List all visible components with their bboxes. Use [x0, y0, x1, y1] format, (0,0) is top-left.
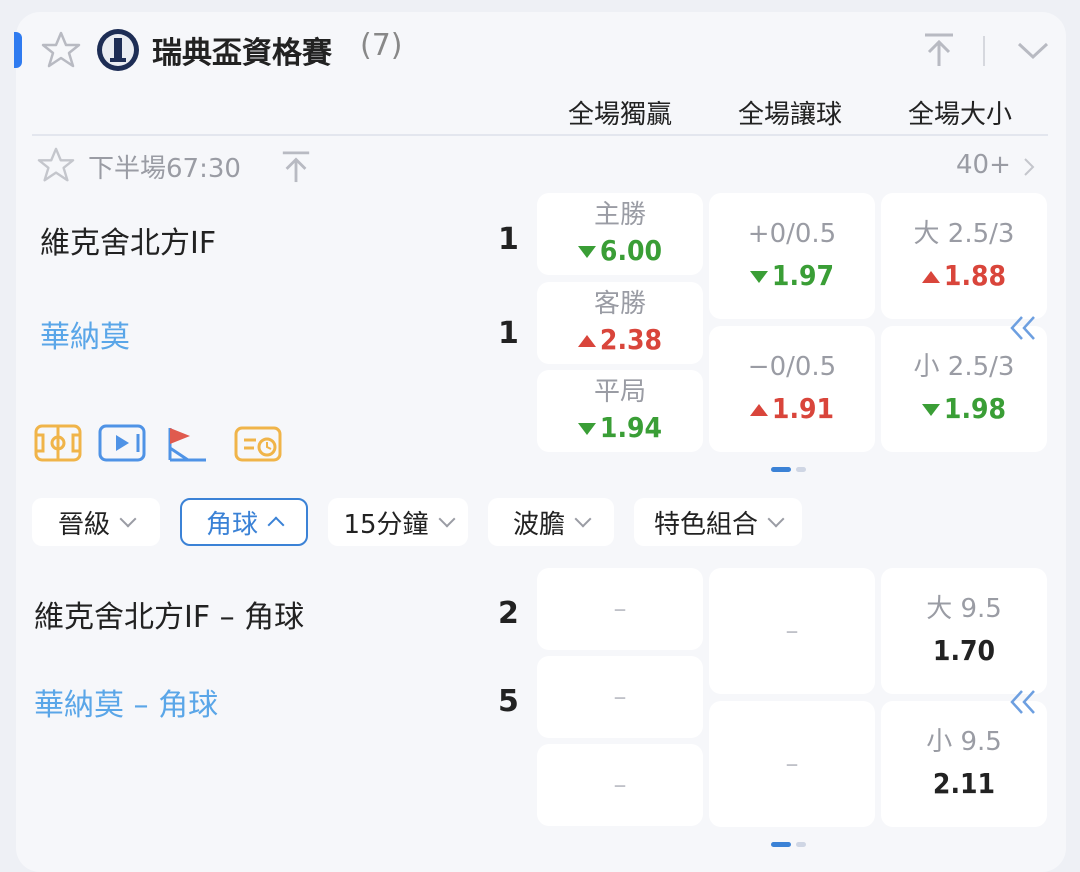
- odds-cell-away-win[interactable]: 客勝 2.38: [537, 282, 703, 364]
- filter-specials[interactable]: 特色組合: [634, 498, 802, 546]
- odds-value: 1.91: [771, 392, 835, 425]
- odds-label: 小 2.5/3: [913, 352, 1015, 382]
- league-logo: [97, 29, 139, 71]
- match-star-icon[interactable]: [36, 146, 76, 184]
- filter-advance[interactable]: 晉級: [32, 498, 160, 546]
- slide-left-icon[interactable]: [1008, 688, 1038, 716]
- filter-label: 角球: [205, 509, 258, 540]
- league-accent-tab: [14, 32, 22, 68]
- column-header-totals: 全場大小: [907, 100, 1012, 130]
- odds-cell-handicap-away[interactable]: −0/0.5 1.91: [709, 326, 875, 452]
- away-team-score: 1: [498, 316, 519, 351]
- home-team-score: 1: [498, 222, 519, 257]
- odds-label: 客勝: [593, 289, 646, 319]
- filter-label: 晉級: [57, 509, 110, 540]
- odds-label: −0/0.5: [747, 352, 837, 382]
- odds-value: 6.00: [599, 234, 663, 267]
- pager-dot: [796, 842, 806, 847]
- corners-home-score: 2: [498, 596, 519, 631]
- collapse-chevron-icon[interactable]: [1016, 40, 1050, 62]
- trend-up-icon: [577, 335, 596, 347]
- odds-value: 2.38: [599, 323, 663, 356]
- odds-cell-handicap-home[interactable]: +0/0.5 1.97: [709, 193, 875, 319]
- odds-cell-corners-home-win[interactable]: –: [537, 568, 703, 650]
- corners-away-score: 5: [498, 684, 519, 719]
- odds-value: 1.88: [943, 259, 1007, 292]
- filter-label: 15分鐘: [343, 509, 429, 540]
- chevron-up-icon: [267, 516, 285, 534]
- odds-cell-corners-draw[interactable]: –: [537, 744, 703, 826]
- timeline-icon[interactable]: [234, 424, 282, 462]
- header-divider: [983, 36, 985, 66]
- slide-left-icon[interactable]: [1008, 314, 1038, 342]
- home-team-name[interactable]: 維克舍北方IF: [40, 218, 216, 262]
- column-header-moneyline: 全場獨贏: [567, 100, 672, 130]
- odds-value: 1.97: [771, 259, 835, 292]
- filter-correct-score[interactable]: 波膽: [488, 498, 614, 546]
- odds-label: 大 2.5/3: [913, 219, 1015, 249]
- away-team-name[interactable]: 華納莫: [40, 312, 130, 356]
- star-icon[interactable]: [40, 30, 82, 70]
- corners-home-team-name[interactable]: 維克舍北方IF – 角球: [34, 592, 304, 636]
- league-title: 瑞典盃資格賽: [152, 36, 332, 71]
- filter-label: 特色組合: [653, 509, 758, 540]
- odds-empty: –: [785, 616, 799, 646]
- odds-empty: –: [613, 770, 627, 800]
- odds-cell-corners-handicap-home[interactable]: –: [709, 568, 875, 694]
- league-match-count: (7): [360, 28, 403, 63]
- chevron-down-icon: [574, 510, 592, 528]
- odds-cell-corners-over[interactable]: 大 9.5 1.70: [881, 568, 1047, 694]
- filter-15-minutes[interactable]: 15分鐘: [328, 498, 468, 546]
- odds-value: 1.70: [932, 634, 996, 667]
- odds-value: 1.94: [599, 411, 663, 444]
- header-divider-line: [32, 134, 1048, 136]
- odds-cell-home-win[interactable]: 主勝 6.00: [537, 193, 703, 275]
- odds-value: 1.98: [943, 392, 1007, 425]
- match-period-clock: 下半場67:30: [88, 154, 241, 184]
- odds-empty: –: [785, 749, 799, 779]
- more-markets-count[interactable]: 40+: [956, 150, 1011, 180]
- video-icon[interactable]: [98, 424, 146, 462]
- odds-label: 小 9.5: [926, 727, 1002, 757]
- odds-cell-corners-under[interactable]: 小 9.5 2.11: [881, 701, 1047, 827]
- corners-away-team-name[interactable]: 華納莫 – 角球: [34, 680, 218, 724]
- trend-down-icon: [921, 404, 940, 416]
- chevron-down-icon: [119, 510, 137, 528]
- odds-label: 平局: [593, 377, 646, 407]
- filter-label: 波膽: [512, 509, 565, 540]
- pin-top-icon[interactable]: [922, 32, 956, 68]
- corner-flag-icon[interactable]: [166, 424, 208, 462]
- odds-label: 大 9.5: [926, 594, 1002, 624]
- pitch-icon[interactable]: [34, 424, 82, 462]
- trend-down-icon: [577, 423, 596, 435]
- odds-cell-under[interactable]: 小 2.5/3 1.98: [881, 326, 1047, 452]
- more-markets-chevron-icon[interactable]: [1022, 156, 1036, 178]
- odds-cell-corners-handicap-away[interactable]: –: [709, 701, 875, 827]
- odds-label: +0/0.5: [747, 219, 837, 249]
- trend-down-icon: [749, 271, 768, 283]
- odds-value: 2.11: [932, 767, 996, 800]
- column-header-handicap: 全場讓球: [737, 100, 842, 130]
- odds-label: 主勝: [593, 200, 646, 230]
- filter-corners[interactable]: 角球: [180, 498, 308, 546]
- trend-down-icon: [577, 246, 596, 258]
- pager-dot-active: [771, 467, 791, 472]
- chevron-down-icon: [767, 510, 785, 528]
- chevron-down-icon: [438, 510, 456, 528]
- odds-cell-corners-away-win[interactable]: –: [537, 656, 703, 738]
- trend-up-icon: [921, 271, 940, 283]
- pager-dot: [796, 467, 806, 472]
- odds-empty: –: [613, 682, 627, 712]
- odds-empty: –: [613, 594, 627, 624]
- match-pin-icon[interactable]: [280, 150, 312, 184]
- pager-dot-active: [771, 842, 791, 847]
- trend-up-icon: [749, 404, 768, 416]
- odds-cell-draw[interactable]: 平局 1.94: [537, 370, 703, 452]
- odds-cell-over[interactable]: 大 2.5/3 1.88: [881, 193, 1047, 319]
